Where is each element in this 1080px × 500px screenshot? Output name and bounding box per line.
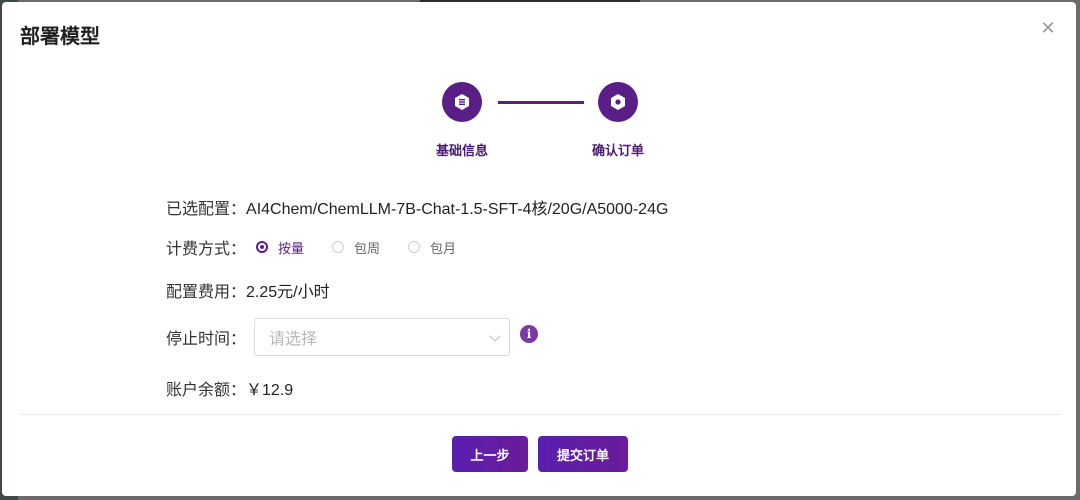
config-fee-row: 配置费用： 2.25元/小时 — [166, 278, 330, 302]
deploy-model-dialog: 部署模型 ✕ 基础信息 确认订单 已选配置： AI4Chem/ChemLLM-7… — [2, 2, 1076, 496]
billing-option-label: 包周 — [354, 240, 381, 256]
billing-label: 计费方式： — [166, 241, 247, 258]
info-icon[interactable]: i — [520, 325, 539, 343]
billing-option-pay-as-you-go[interactable]: 按量 — [256, 238, 304, 257]
selected-config-row: 已选配置： AI4Chem/ChemLLM-7B-Chat-1.5-SFT-4核… — [166, 195, 668, 219]
step-connector — [498, 101, 584, 104]
billing-option-weekly[interactable]: 包周 — [332, 238, 380, 257]
chevron-down-icon — [489, 330, 501, 342]
config-fee-value: 2.25元/小时 — [246, 284, 330, 301]
billing-option-monthly[interactable]: 包月 — [408, 238, 456, 257]
config-fee-label: 配置费用： — [166, 284, 247, 301]
dialog-title: 部署模型 — [20, 26, 100, 48]
close-icon[interactable]: ✕ — [1038, 18, 1058, 38]
stepper: 基础信息 确认订单 — [422, 80, 662, 160]
stop-time-label: 停止时间： — [166, 331, 247, 348]
balance-label: 账户余额： — [166, 382, 247, 399]
radio-icon — [332, 241, 345, 253]
stop-time-placeholder: 请选择 — [269, 331, 318, 348]
step-label-confirm-order: 确认订单 — [592, 143, 645, 158]
step-basic-info — [442, 82, 482, 122]
document-icon — [455, 94, 469, 110]
radio-checked-icon — [256, 241, 269, 253]
selected-config-value: AI4Chem/ChemLLM-7B-Chat-1.5-SFT-4核/20G/A… — [246, 201, 669, 218]
radio-icon — [408, 241, 421, 253]
billing-row: 计费方式： 按量 包周 包月 — [166, 235, 484, 259]
balance-value: ￥12.9 — [246, 382, 294, 399]
billing-option-label: 包月 — [430, 240, 457, 256]
billing-option-label: 按量 — [278, 240, 305, 256]
stop-time-select[interactable]: 请选择 — [254, 318, 511, 356]
step-confirm-order — [598, 82, 638, 122]
hexagon-icon — [611, 94, 625, 110]
stop-time-row: 停止时间： 请选择 i — [166, 318, 539, 356]
step-label-basic-info: 基础信息 — [436, 143, 489, 158]
prev-step-button[interactable]: 上一步 — [452, 436, 528, 472]
balance-row: 账户余额： ￥12.9 — [166, 376, 293, 400]
submit-order-button[interactable]: 提交订单 — [538, 436, 628, 472]
footer-divider — [20, 414, 1062, 415]
selected-config-label: 已选配置： — [166, 201, 247, 218]
